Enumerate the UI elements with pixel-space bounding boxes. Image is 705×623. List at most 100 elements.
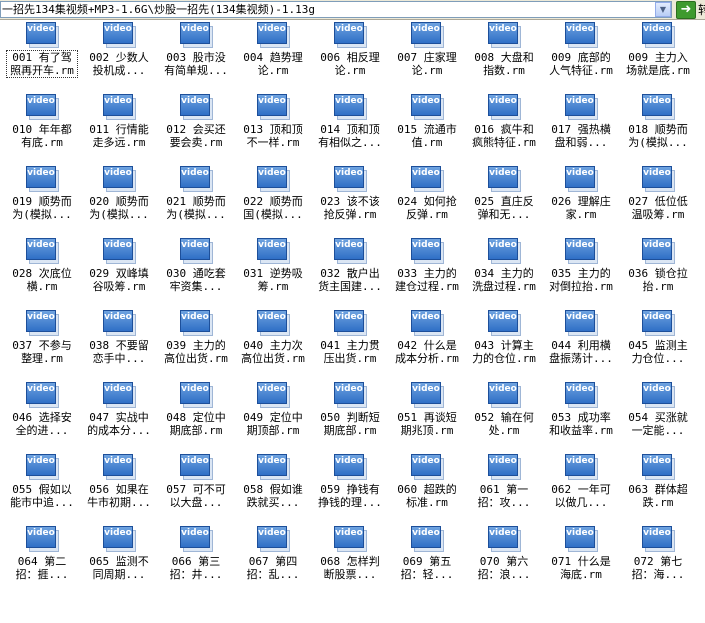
file-item[interactable]: video 057 可不可 以大盘...	[159, 454, 229, 524]
file-item[interactable]: video 048 定位中 期底部.rm	[159, 382, 229, 452]
file-item[interactable]: video 051 再谈短 期兆顶.rm	[390, 382, 460, 452]
file-item[interactable]: video 025 直庄反 弹和无...	[467, 166, 537, 236]
file-item[interactable]: video 046 选择安 全的进...	[5, 382, 75, 452]
video-icon-label: video	[642, 382, 672, 404]
file-item[interactable]: video 052 输在何 处.rm	[467, 382, 537, 452]
address-input[interactable]: 一招先134集视频+MP3-1.6G\炒股一招先(134集视频)-1.13g	[0, 1, 672, 18]
file-item[interactable]: video 053 成功率 和收益率.rm	[544, 382, 614, 452]
file-item[interactable]: video 047 实战中 的成本分...	[82, 382, 152, 452]
file-item[interactable]: video 020 顺势而 为(模拟...	[82, 166, 152, 236]
go-button[interactable]: ➜	[676, 1, 696, 19]
file-item[interactable]: video 002 少数人 投机成...	[82, 22, 152, 92]
file-item[interactable]: video 009 主力入 场就是底.rm	[621, 22, 691, 92]
file-item[interactable]: video 017 强热横 盘和弱...	[544, 94, 614, 164]
file-item[interactable]: video 062 一年可 以做几...	[544, 454, 614, 524]
file-item[interactable]: video 044 利用横 盘振荡计...	[544, 310, 614, 380]
file-item[interactable]: video 019 顺势而 为(模拟...	[5, 166, 75, 236]
address-dropdown-button[interactable]: ▼	[655, 2, 671, 17]
file-item[interactable]: video 026 理解庄 家.rm	[544, 166, 614, 236]
file-item[interactable]: video 004 趋势理 论.rm	[236, 22, 306, 92]
file-item[interactable]: video 061 第一 招：攻...	[467, 454, 537, 524]
address-bar: 一招先134集视频+MP3-1.6G\炒股一招先(134集视频)-1.13g ▼…	[0, 0, 705, 20]
file-name-line2: 疯熊特征.rm	[472, 136, 536, 149]
file-item[interactable]: video 069 第五 招：轻...	[390, 526, 460, 596]
file-item[interactable]: video 060 超跌的 标准.rm	[390, 454, 460, 524]
video-icon-label: video	[411, 454, 441, 476]
file-item[interactable]: video 045 监测主 力仓位...	[621, 310, 691, 380]
file-name: 063 群体超 跌.rm	[623, 483, 693, 509]
file-name-line2: 值.rm	[411, 136, 443, 149]
file-item[interactable]: video 067 第四 招：乱...	[236, 526, 306, 596]
file-item[interactable]: video 070 第六 招：浪...	[467, 526, 537, 596]
file-item[interactable]: video 071 什么是 海底.rm	[544, 526, 614, 596]
file-name-line1: 022 顺势而	[243, 195, 303, 208]
file-item[interactable]: video 043 计算主 力的仓位.rm	[467, 310, 537, 380]
go-label[interactable]: 转	[698, 3, 705, 17]
video-file-icon: video	[26, 454, 60, 480]
file-item[interactable]: video 021 顺势而 为(模拟...	[159, 166, 229, 236]
file-item[interactable]: video 059 挣钱有 挣钱的理...	[313, 454, 383, 524]
file-item[interactable]: video 037 不参与 整理.rm	[5, 310, 75, 380]
file-item[interactable]: video 024 如何抢 反弹.rm	[390, 166, 460, 236]
file-name-line1: 028 次底位	[12, 267, 72, 280]
video-icon-label: video	[411, 94, 441, 116]
file-item[interactable]: video 001 有了驾 照再开车.rm	[5, 22, 78, 92]
file-item[interactable]: video 054 买涨就 一定能...	[621, 382, 691, 452]
file-name: 002 少数人 投机成...	[84, 51, 154, 77]
file-item[interactable]: video 031 逆势吸 筹.rm	[236, 238, 306, 308]
file-item[interactable]: video 036 锁仓拉 抬.rm	[621, 238, 691, 308]
file-item[interactable]: video 003 股市没 有简单规...	[159, 22, 229, 92]
file-item[interactable]: video 029 双峰填 谷吸筹.rm	[82, 238, 152, 308]
file-item[interactable]: video 011 行情能 走多远.rm	[82, 94, 152, 164]
file-item[interactable]: video 039 主力的 高位出货.rm	[159, 310, 229, 380]
video-icon-label: video	[642, 166, 672, 188]
file-item[interactable]: video 028 次底位 横.rm	[5, 238, 75, 308]
file-item[interactable]: video 068 怎样判 断股票...	[313, 526, 383, 596]
file-item[interactable]: video 022 顺势而 国(模拟...	[236, 166, 306, 236]
video-file-icon: video	[565, 238, 599, 264]
file-item[interactable]: video 066 第三 招：井...	[159, 526, 229, 596]
video-file-icon: video	[257, 166, 291, 192]
file-item[interactable]: video 015 流通市 值.rm	[390, 94, 460, 164]
file-name-line2: 牢资集...	[169, 280, 223, 293]
file-item[interactable]: video 042 什么是 成本分析.rm	[390, 310, 460, 380]
file-item[interactable]: video 010 年年都 有底.rm	[5, 94, 75, 164]
file-item[interactable]: video 038 不要留 恋手中...	[82, 310, 152, 380]
file-item[interactable]: video 032 散户出 货主国建...	[313, 238, 383, 308]
file-item[interactable]: video 056 如果在 牛市初期...	[82, 454, 152, 524]
file-item[interactable]: video 049 定位中 期顶部.rm	[236, 382, 306, 452]
file-name-line2: 建仓过程.rm	[395, 280, 459, 293]
file-item[interactable]: video 007 庄家理 论.rm	[390, 22, 460, 92]
file-item[interactable]: video 050 判断短 期底部.rm	[313, 382, 383, 452]
video-icon-label: video	[180, 526, 210, 548]
file-item[interactable]: video 027 低位低 温吸筹.rm	[621, 166, 691, 236]
file-item[interactable]: video 023 该不该 抢反弹.rm	[313, 166, 383, 236]
file-item[interactable]: video 018 顺势而 为(模拟...	[621, 94, 691, 164]
file-item[interactable]: video 013 顶和顶 不一样.rm	[236, 94, 306, 164]
file-item[interactable]: video 033 主力的 建仓过程.rm	[390, 238, 460, 308]
file-item[interactable]: video 009 底部的 人气特征.rm	[544, 22, 614, 92]
file-item[interactable]: video 030 通吃套 牢资集...	[159, 238, 229, 308]
file-name-line2: 能市中追...	[10, 496, 74, 509]
video-file-icon: video	[103, 238, 137, 264]
file-item[interactable]: video 034 主力的 洗盘过程.rm	[467, 238, 537, 308]
file-item[interactable]: video 058 假如谁 跌就买...	[236, 454, 306, 524]
file-name-line2: 弹和无...	[477, 208, 531, 221]
file-item[interactable]: video 065 监测不 同周期...	[82, 526, 152, 596]
file-item[interactable]: video 006 相反理 论.rm	[313, 22, 383, 92]
file-item[interactable]: video 055 假如以 能市中追...	[5, 454, 75, 524]
file-item[interactable]: video 035 主力的 对倒拉抬.rm	[544, 238, 614, 308]
file-item[interactable]: video 072 第七 招：海...	[621, 526, 691, 596]
file-item[interactable]: video 014 顶和顶 有相似之...	[313, 94, 383, 164]
file-name-line2: 货主国建...	[318, 280, 382, 293]
file-item[interactable]: video 016 疯牛和 疯熊特征.rm	[467, 94, 537, 164]
file-item[interactable]: video 063 群体超 跌.rm	[621, 454, 691, 524]
file-item[interactable]: video 040 主力次 高位出货.rm	[236, 310, 306, 380]
file-item[interactable]: video 012 会买还 要会卖.rm	[159, 94, 229, 164]
file-item[interactable]: video 064 第二 招：捱...	[5, 526, 75, 596]
file-name-line1: 045 监测主	[628, 339, 688, 352]
file-item[interactable]: video 041 主力贯 压出货.rm	[313, 310, 383, 380]
file-name-line1: 007 庄家理	[397, 51, 457, 64]
file-item[interactable]: video 008 大盘和 指数.rm	[467, 22, 537, 92]
file-name: 038 不要留 恋手中...	[84, 339, 154, 365]
